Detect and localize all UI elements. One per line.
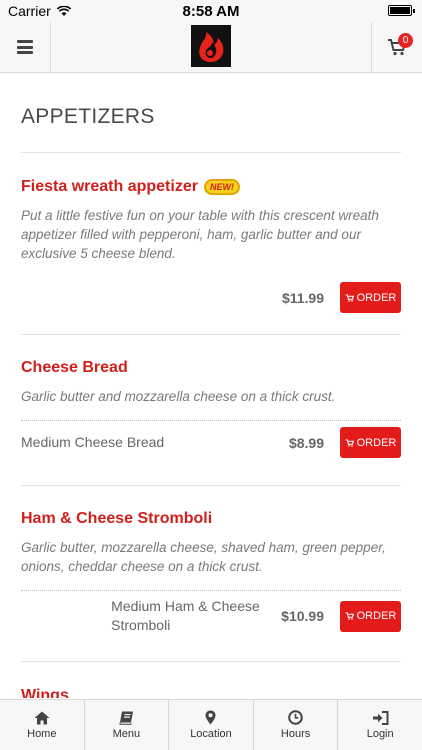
- divider: [21, 420, 401, 421]
- item-description: Put a little festive fun on your table w…: [21, 208, 379, 261]
- price-row: Medium Ham & Cheese Stromboli $10.99 ORD…: [21, 597, 401, 635]
- price-row: Medium Cheese Bread $8.99 ORDER: [21, 427, 401, 458]
- order-button[interactable]: ORDER: [340, 282, 401, 313]
- cart-icon: [345, 612, 354, 620]
- cart-icon: [345, 438, 354, 447]
- menu-item: Fiesta wreath appetizer NEW! Put a littl…: [21, 153, 401, 335]
- item-description: Garlic butter, mozzarella cheese, shaved…: [21, 540, 386, 574]
- tab-label: Location: [190, 728, 232, 740]
- item-description: Garlic butter and mozzarella cheese on a…: [21, 389, 336, 404]
- status-bar: Carrier 8:58 AM: [0, 0, 422, 22]
- item-size: Medium Cheese Bread: [21, 434, 165, 450]
- item-name: Cheese Bread: [21, 359, 128, 376]
- menu-item: Cheese Bread Garlic butter and mozzarell…: [21, 335, 401, 486]
- clock-icon: [288, 710, 303, 725]
- battery-icon: [388, 5, 415, 16]
- divider: [21, 590, 401, 591]
- tab-login[interactable]: Login: [338, 700, 422, 750]
- order-button[interactable]: ORDER: [340, 600, 401, 632]
- item-name-row: Fiesta wreath appetizer NEW!: [21, 178, 401, 196]
- tab-label: Menu: [112, 727, 141, 740]
- tab-label: Hours: [280, 728, 311, 740]
- flame-logo: [191, 25, 231, 67]
- section-title: APPETIZERS: [21, 105, 401, 153]
- tab-menu[interactable]: Menu: [85, 700, 170, 750]
- book-icon: [119, 711, 133, 725]
- location-pin-icon: [205, 710, 216, 725]
- order-button[interactable]: ORDER: [340, 427, 401, 458]
- menu-item: Wings: [21, 662, 401, 698]
- item-price: $11.99: [281, 289, 324, 306]
- price-row: $11.99 ORDER: [21, 282, 401, 313]
- login-icon: [372, 710, 389, 725]
- item-name-row: Cheese Bread: [21, 359, 401, 377]
- item-name: Wings: [21, 687, 69, 698]
- item-name-row: Wings: [21, 687, 401, 698]
- cart-icon: [345, 293, 354, 302]
- home-icon: [34, 711, 50, 724]
- tab-home[interactable]: Home: [0, 700, 85, 750]
- status-time: 8:58 AM: [182, 3, 240, 20]
- tab-location[interactable]: Location: [169, 700, 254, 750]
- menu-content[interactable]: APPETIZERS Fiesta wreath appetizer NEW! …: [0, 74, 422, 698]
- cart-button[interactable]: 0: [371, 22, 422, 72]
- tab-bar: Home Menu Location Hours Login: [0, 699, 422, 750]
- tab-label: Login: [366, 727, 394, 740]
- item-price: $10.99: [281, 608, 324, 624]
- item-name: Fiesta wreath appetizer: [21, 178, 198, 195]
- menu-item: Ham & Cheese Stromboli Garlic butter, mo…: [21, 486, 401, 662]
- item-name: Ham & Cheese Stromboli: [21, 510, 213, 527]
- order-label: ORDER: [356, 610, 397, 622]
- hamburger-icon: [17, 40, 33, 54]
- new-badge: NEW!: [203, 179, 240, 195]
- item-size: Medium Ham & Cheese Stromboli: [111, 598, 260, 633]
- menu-toggle-button[interactable]: [0, 22, 51, 72]
- order-label: ORDER: [356, 291, 397, 304]
- item-price: $8.99: [288, 434, 324, 451]
- tab-hours[interactable]: Hours: [254, 700, 339, 750]
- nav-bar: 0: [0, 22, 422, 73]
- tab-label: Home: [27, 727, 57, 740]
- order-label: ORDER: [356, 436, 397, 449]
- cart-count-badge: 0: [398, 33, 413, 48]
- item-name-row: Ham & Cheese Stromboli: [21, 510, 401, 528]
